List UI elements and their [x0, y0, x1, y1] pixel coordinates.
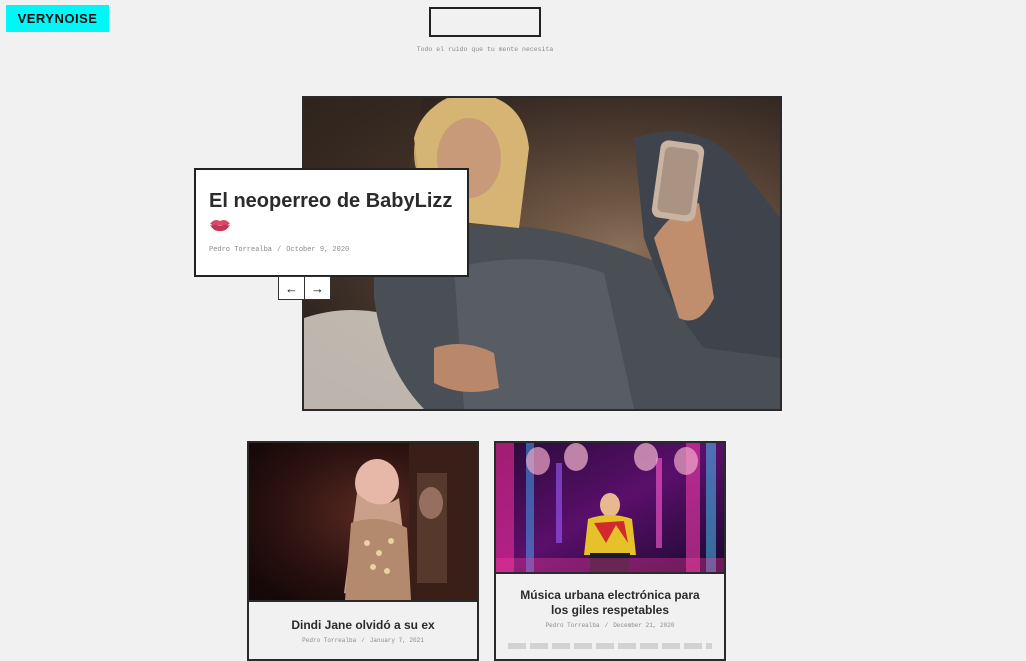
article-image[interactable]	[496, 443, 724, 574]
article-date[interactable]: December 21, 2020	[613, 622, 674, 629]
arrow-left-icon: ←	[285, 280, 298, 296]
featured-article-date[interactable]: October 9, 2020	[286, 246, 349, 254]
article-image[interactable]	[249, 443, 477, 602]
logo-frame	[429, 7, 541, 37]
lips-icon	[209, 215, 231, 238]
arrow-right-icon: →	[311, 280, 324, 296]
article-author[interactable]: Pedro Torrealba	[302, 637, 356, 644]
article-author[interactable]: Pedro Torrealba	[546, 622, 600, 629]
article-card: Música urbana electrónica para los giles…	[494, 441, 726, 661]
article-card: Dindi Jane olvidó a su ex Pedro Torrealb…	[247, 441, 479, 661]
featured-article-title[interactable]: El neoperreo de BabyLizz	[209, 190, 453, 238]
meta-separator: /	[604, 622, 609, 629]
article-title[interactable]: Música urbana electrónica para los giles…	[496, 588, 724, 618]
article-title[interactable]: Dindi Jane olvidó a su ex	[249, 618, 477, 633]
meta-separator: /	[277, 246, 282, 254]
site-tagline: Todo el ruido que tu mente necesita	[416, 46, 554, 53]
slider-prev-button[interactable]: ←	[278, 276, 305, 300]
meta-separator: /	[361, 637, 365, 644]
article-excerpt	[508, 643, 712, 649]
site-logo[interactable]: VERYNOISE	[6, 5, 109, 32]
featured-article-card: El neoperreo de BabyLizz Pedro Torrealba…	[194, 168, 469, 277]
slider-next-button[interactable]: →	[304, 276, 331, 300]
article-date[interactable]: January 7, 2021	[370, 637, 424, 644]
article-meta: Pedro Torrealba / January 7, 2021	[249, 637, 477, 644]
featured-article-author[interactable]: Pedro Torrealba	[209, 246, 272, 254]
featured-article-meta: Pedro Torrealba / October 9, 2020	[209, 246, 349, 254]
article-meta: Pedro Torrealba / December 21, 2020	[496, 622, 724, 629]
featured-article-title-text[interactable]: El neoperreo de BabyLizz	[209, 190, 452, 212]
